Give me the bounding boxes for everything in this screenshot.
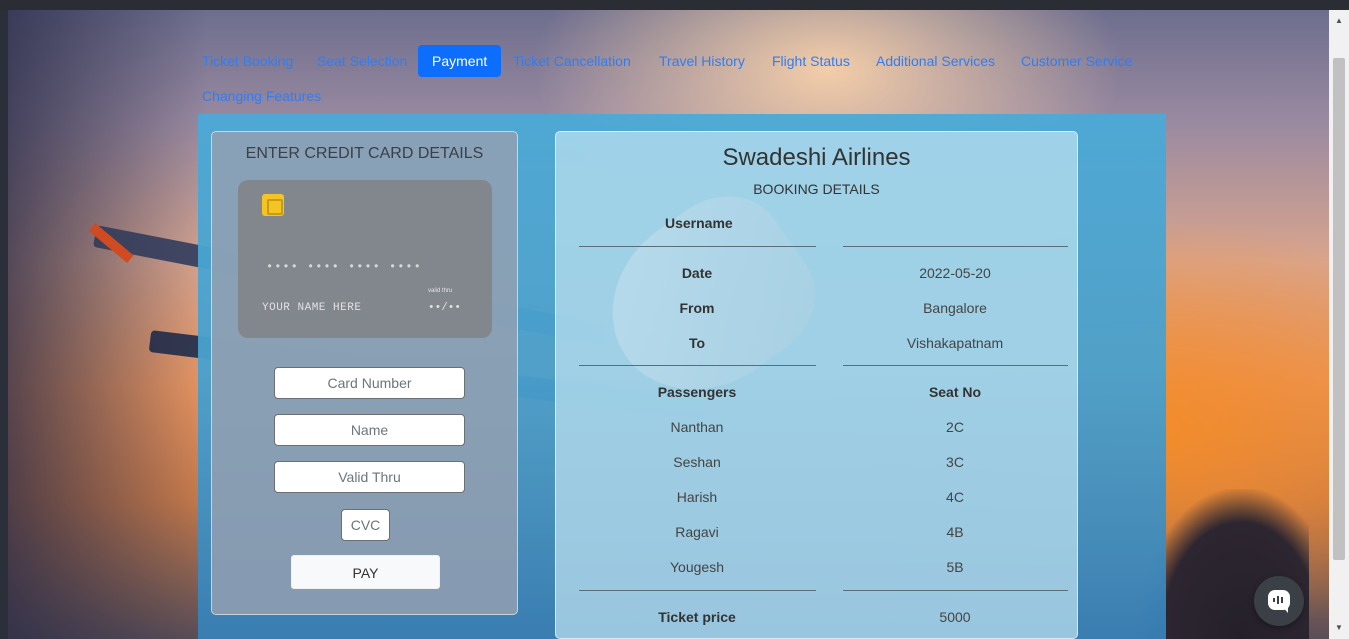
tab-seat-selection[interactable]: Seat Selection [311, 45, 413, 77]
card-preview-valid-label: valid thru [428, 288, 453, 294]
passenger-name: Harish [676, 489, 718, 505]
chat-bars-icon [1273, 595, 1285, 605]
divider-left-3 [579, 590, 816, 591]
tab-travel-history[interactable]: Travel History [653, 45, 751, 77]
tab-customer-service[interactable]: Customer Service [1015, 45, 1138, 77]
ticket-price-label: Ticket price [658, 609, 736, 625]
cvc-input[interactable]: CVC [341, 509, 390, 541]
divider-left-1 [579, 246, 816, 247]
passenger-name: Yougesh [670, 559, 724, 575]
card-chip-icon [262, 194, 284, 216]
browser-top-bar [0, 0, 1349, 10]
scrollbar-thumb[interactable] [1333, 58, 1345, 560]
passenger-seat: 4B [946, 524, 964, 540]
from-value: Bangalore [923, 300, 987, 316]
ticket-price-value: 5000 [939, 609, 971, 625]
passenger-name: Seshan [673, 454, 721, 470]
passengers-header: Passengers [657, 384, 737, 400]
date-value: 2022-05-20 [919, 265, 991, 281]
tab-ticket-cancellation[interactable]: Ticket Cancellation [507, 45, 637, 77]
card-preview-name: YOUR NAME HERE [262, 302, 362, 314]
from-label: From [679, 300, 715, 316]
username-label: Username [665, 215, 733, 231]
passenger-seat: 5B [946, 559, 964, 575]
passenger-seat: 4C [946, 489, 964, 505]
date-label: Date [681, 265, 713, 281]
tab-additional-services[interactable]: Additional Services [870, 45, 1001, 77]
tab-flight-status[interactable]: Flight Status [766, 45, 856, 77]
airline-title: Swadeshi Airlines [722, 144, 911, 171]
tab-payment[interactable]: Payment [418, 45, 502, 77]
card-preview-expiry: ••/•• [428, 302, 462, 314]
seat-header: Seat No [928, 384, 982, 400]
vertical-scrollbar[interactable]: ▲ ▼ [1329, 10, 1349, 639]
booking-subtitle: BOOKING DETAILS [753, 181, 880, 197]
tab-ticket-booking[interactable]: Ticket Booking [196, 45, 299, 77]
card-number-input[interactable]: Card Number [274, 367, 465, 399]
pay-button[interactable]: PAY [291, 555, 440, 589]
passenger-seat: 3C [946, 454, 964, 470]
scroll-down-icon[interactable]: ▼ [1329, 619, 1349, 637]
passenger-seat: 2C [946, 419, 964, 435]
passenger-name: Ragavi [675, 524, 719, 540]
divider-right-2 [843, 365, 1068, 366]
to-value: Vishakapatnam [906, 335, 1004, 351]
divider-right-3 [843, 590, 1068, 591]
scroll-up-icon[interactable]: ▲ [1329, 12, 1349, 30]
valid-thru-input[interactable]: Valid Thru [274, 461, 465, 493]
to-label: To [688, 335, 706, 351]
name-input[interactable]: Name [274, 414, 465, 446]
divider-right-1 [843, 246, 1068, 247]
card-preview-number: •••• •••• •••• •••• [266, 260, 422, 274]
tab-changing-features[interactable]: Changing Features [196, 88, 327, 104]
passenger-name: Nanthan [670, 419, 724, 435]
credit-card-heading: ENTER CREDIT CARD DETAILS [245, 145, 484, 162]
divider-left-2 [579, 365, 816, 366]
